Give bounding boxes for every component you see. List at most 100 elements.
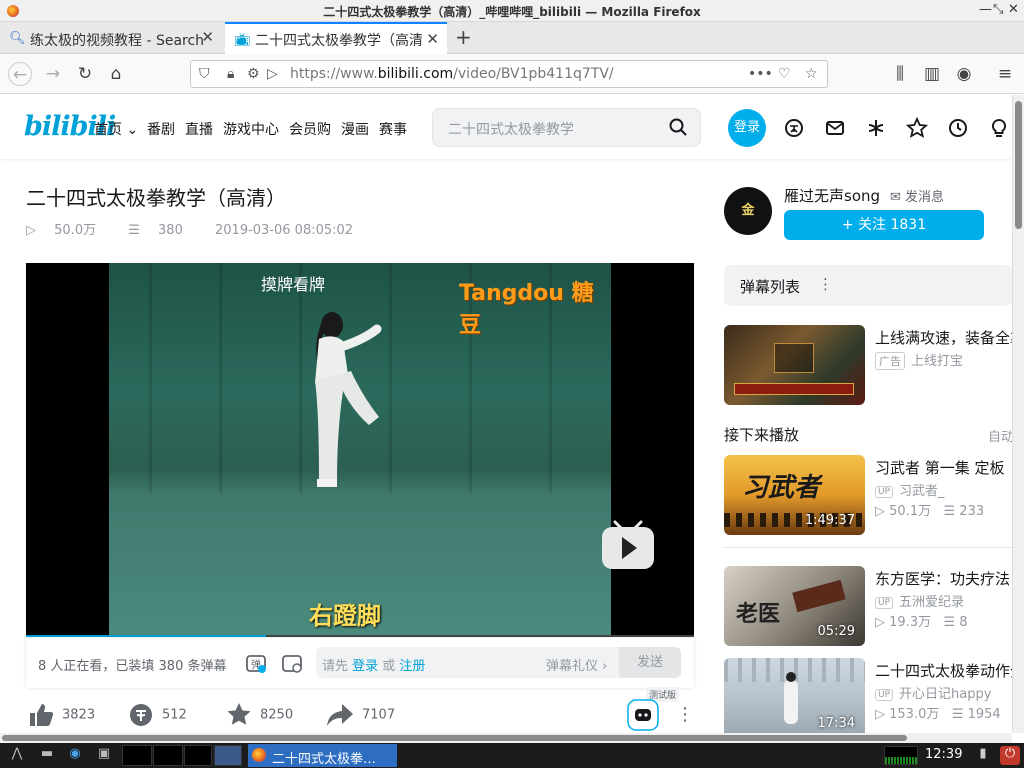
library-icon[interactable]: ⫼	[888, 62, 912, 86]
like-button[interactable]: 3823	[28, 702, 95, 728]
recommendation-card[interactable]: 17:34 二十四式太极拳动作分 UP 开心日记happy ▷ 153.0万 ☰ …	[724, 658, 1024, 738]
pocket-icon[interactable]: ♡	[778, 66, 791, 82]
recommendation-thumbnail[interactable]: 老医 05:29	[724, 566, 865, 646]
url-text[interactable]: https://www.bilibili.com/video/BV1pb411q…	[290, 66, 614, 82]
nav-live[interactable]: 直播	[185, 119, 213, 139]
autoplay-toggle[interactable]: 自动	[988, 426, 1014, 445]
more-options-icon[interactable]: ⋮	[676, 704, 694, 725]
play-button-icon[interactable]	[601, 520, 655, 570]
danmaku-toggle-icon[interactable]: 弹	[245, 652, 267, 674]
back-button[interactable]: ←	[8, 62, 32, 86]
tab-video[interactable]: 📺︎ 二十四式太极拳教学（高清） ✕	[225, 22, 447, 54]
recommendation-title[interactable]: 二十四式太极拳动作分	[875, 660, 1024, 681]
hamburger-menu-icon[interactable]: ≡	[993, 62, 1017, 86]
danmaku-input[interactable]: 请先 登录 或 注册 弹幕礼仪 › 发送	[316, 647, 681, 678]
vertical-scrollbar[interactable]	[1012, 95, 1024, 733]
recommendation-title[interactable]: 习武者 第一集 定板	[875, 457, 1005, 478]
workspace-4[interactable]	[214, 745, 242, 766]
taskbar-firefox-task[interactable]: 二十四式太极拳…	[248, 744, 397, 767]
danmaku-count-icon: ☰	[943, 504, 956, 519]
reload-button[interactable]: ↻	[73, 62, 97, 86]
nav-shop[interactable]: 会员购	[289, 119, 331, 139]
url-bar[interactable]: ⛉ 🔒︎ ⚙ ▷ https://www.bilibili.com/video/…	[190, 60, 828, 88]
dynamic-icon[interactable]	[865, 117, 887, 139]
nav-bangumi[interactable]: 番剧	[147, 119, 175, 139]
duration: 05:29	[817, 624, 855, 639]
page-actions-icon[interactable]: •••	[748, 66, 773, 82]
recommendation-thumbnail[interactable]: 习武者 1:49:37	[724, 455, 865, 535]
more-options-icon[interactable]: ⋮	[818, 275, 833, 293]
ad-card[interactable]: 上线满攻速，装备全靠 广告 上线打宝	[724, 325, 1024, 405]
video-progress-bar[interactable]	[26, 635, 694, 637]
recommendation-title[interactable]: 东方医学：功夫疗法	[875, 568, 1010, 589]
recommendation-uploader[interactable]: UP 开心日记happy	[875, 683, 991, 702]
file-manager-icon[interactable]: ▣	[93, 746, 115, 765]
coin-button[interactable]: 512	[128, 702, 187, 728]
tab-search[interactable]: 🔍︎ 练太极的视频教程 - Search ✕	[0, 22, 222, 54]
recommendation-stats: ▷ 50.1万 ☰ 233	[875, 500, 984, 519]
workspace-3[interactable]	[184, 745, 212, 766]
uploader-name[interactable]: 雁过无声song	[784, 185, 880, 206]
danmaku-settings-icon[interactable]	[281, 652, 303, 674]
login-button[interactable]: 登录	[728, 109, 766, 147]
workspace-2[interactable]	[153, 745, 183, 766]
creator-bulb-icon[interactable]	[988, 117, 1010, 139]
user-icon[interactable]: ▮	[972, 746, 994, 765]
history-clock-icon[interactable]	[947, 117, 969, 139]
send-message-link[interactable]: ✉ 发消息	[890, 186, 944, 205]
lock-icon[interactable]: 🔒︎	[227, 66, 234, 82]
favorite-button[interactable]: 8250	[226, 702, 293, 728]
recommendation-uploader[interactable]: UP 习武者_	[875, 480, 945, 499]
sidebar-icon[interactable]: ▥	[920, 62, 944, 86]
login-link[interactable]: 登录	[352, 659, 378, 674]
account-icon[interactable]: ◉	[952, 62, 976, 86]
forward-button[interactable]: →	[41, 62, 65, 86]
close-tab-icon[interactable]: ✕	[422, 30, 439, 48]
danmaku-etiquette-link[interactable]: 弹幕礼仪 ›	[546, 655, 607, 674]
ai-assistant-icon[interactable]	[627, 699, 659, 731]
autoplay-icon[interactable]: ▷	[267, 66, 278, 82]
share-button[interactable]: 7107	[326, 702, 395, 728]
danmaku-list-header[interactable]: 弹幕列表 ⋮	[724, 265, 1012, 306]
new-tab-button[interactable]: +	[455, 25, 472, 49]
send-danmaku-button[interactable]: 发送	[619, 647, 681, 678]
play-count-icon: ▷	[875, 504, 885, 519]
nav-game-center[interactable]: 游戏中心	[223, 119, 279, 139]
close-tab-icon[interactable]: ✕	[201, 28, 214, 46]
workspace-1[interactable]	[122, 745, 152, 766]
vip-icon[interactable]	[783, 117, 805, 139]
recommendation-thumbnail[interactable]: 17:34	[724, 658, 865, 738]
ad-title[interactable]: 上线满攻速，装备全靠	[875, 327, 1024, 348]
start-menu-icon[interactable]: ⋀	[6, 746, 28, 765]
nav-esports[interactable]: 赛事	[379, 119, 407, 139]
search-icon[interactable]	[668, 117, 688, 137]
show-desktop-icon[interactable]: ▬	[36, 746, 58, 765]
close-window-icon[interactable]: ✕	[1008, 2, 1019, 17]
recommendation-card[interactable]: 习武者 1:49:37 习武者 第一集 定板 UP 习武者_ ▷ 50.1万 ☰ …	[724, 455, 1024, 535]
shield-icon[interactable]: ⛉	[199, 66, 210, 82]
horizontal-scroll-thumb[interactable]	[2, 735, 907, 741]
home-button[interactable]: ⌂	[104, 62, 128, 86]
ad-thumbnail[interactable]	[724, 325, 865, 405]
uploader-avatar[interactable]: 金	[724, 187, 772, 235]
nav-home[interactable]: 首页 ⌄	[94, 119, 138, 139]
nav-manga[interactable]: 漫画	[341, 119, 369, 139]
recommendation-uploader[interactable]: UP 五洲爱纪录	[875, 591, 964, 610]
power-icon[interactable]: ⏻	[1000, 746, 1020, 765]
video-player[interactable]: 摸牌看牌 Tangdou 糖豆 右蹬脚	[26, 263, 694, 637]
permissions-icon[interactable]: ⚙	[247, 66, 260, 82]
register-link[interactable]: 注册	[399, 659, 425, 674]
favorites-star-icon[interactable]	[906, 117, 928, 139]
follow-button[interactable]: + 关注 1831	[784, 210, 984, 240]
restore-icon[interactable]: ⤡	[993, 2, 1003, 17]
message-icon[interactable]	[824, 117, 846, 139]
recommendation-card[interactable]: 老医 05:29 东方医学：功夫疗法 UP 五洲爱纪录 ▷ 19.3万 ☰ 8	[724, 566, 1024, 646]
bookmark-star-icon[interactable]: ☆	[805, 66, 818, 82]
horizontal-scrollbar[interactable]	[0, 733, 1012, 743]
minimize-icon[interactable]: —	[979, 2, 992, 17]
view-count: ▷ 50.0万	[26, 223, 110, 238]
danmaku-count-value: 1954	[967, 707, 1001, 722]
vertical-scroll-thumb[interactable]	[1015, 101, 1022, 229]
search-box[interactable]: 二十四式太极拳教学	[432, 108, 701, 147]
browser-globe-icon[interactable]: ◉	[64, 746, 86, 765]
